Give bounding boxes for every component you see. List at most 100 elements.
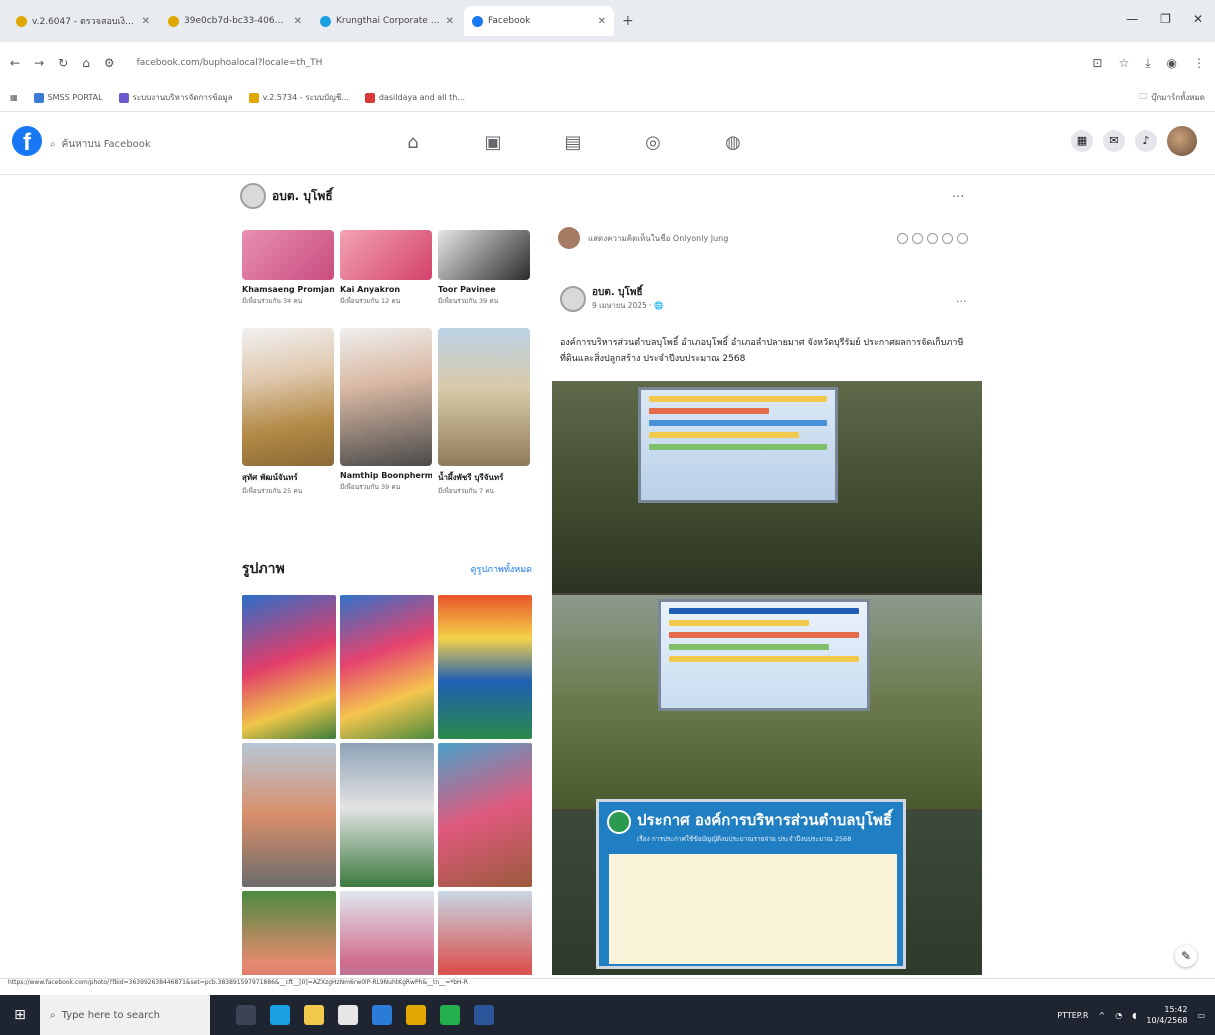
- bookmark-item[interactable]: SMSS PORTAL: [33, 92, 103, 103]
- file-explorer-icon[interactable]: [304, 1005, 324, 1025]
- comment-prompt[interactable]: แสดงความคิดเห็นในชื่อ Onlyonly Jung: [588, 232, 728, 245]
- network-icon[interactable]: ◔: [1115, 1011, 1122, 1020]
- friend-name[interactable]: น้ำผึ้งพัชรี บุรีจันทร์: [438, 471, 530, 484]
- facebook-search[interactable]: ⌕ ค้นหาบน Facebook: [50, 129, 200, 159]
- photo-thumbnail[interactable]: [340, 891, 434, 975]
- chrome-icon[interactable]: [406, 1005, 426, 1025]
- facebook-logo-icon[interactable]: f: [12, 126, 42, 156]
- minimize-icon[interactable]: —: [1126, 12, 1138, 26]
- tray-app-label[interactable]: PTTEP.R: [1057, 1011, 1088, 1020]
- bookmark-item[interactable]: dasildaya and all th...: [364, 92, 465, 103]
- address-input[interactable]: facebook.com/buphoalocal?locale=th_TH: [129, 50, 1079, 76]
- windows-start-icon[interactable]: ⊞: [0, 995, 40, 1035]
- bookmark-item[interactable]: ระบบงานบริหารจัดการข้อมูล: [118, 91, 233, 104]
- post-more-icon[interactable]: ···: [956, 295, 967, 308]
- messenger-icon[interactable]: ✉: [1103, 130, 1125, 152]
- star-icon[interactable]: ☆: [1118, 56, 1129, 71]
- back-icon[interactable]: ←: [10, 56, 20, 70]
- menu-grid-icon[interactable]: ▦: [1071, 130, 1093, 152]
- tab-close-icon[interactable]: ✕: [446, 16, 454, 27]
- avatar-sticker-icon[interactable]: [957, 232, 968, 244]
- marketplace-nav-icon[interactable]: ▤: [560, 125, 586, 159]
- friend-photo[interactable]: [242, 230, 334, 280]
- emoji-icon[interactable]: [897, 232, 908, 244]
- browser-tab-active[interactable]: Facebook ✕: [464, 6, 614, 36]
- taskbar-clock[interactable]: 15:42 10/4/2568: [1146, 1004, 1187, 1026]
- friend-card[interactable]: สุทัศ พัฒน์จันทร์ มีเพื่อนร่วมกัน 25 คน: [242, 328, 334, 496]
- friend-photo[interactable]: [340, 230, 432, 280]
- post-author-avatar[interactable]: [560, 285, 586, 312]
- video-nav-icon[interactable]: ▣: [480, 125, 506, 159]
- site-info-icon[interactable]: ⚙: [104, 56, 115, 70]
- tab-close-icon[interactable]: ✕: [294, 16, 302, 27]
- post-author[interactable]: อบต. บุโพธิ์: [592, 285, 663, 300]
- comment-preview[interactable]: แสดงความคิดเห็นในชื่อ Onlyonly Jung: [558, 227, 968, 249]
- tray-chevron-icon[interactable]: ^: [1099, 1011, 1106, 1020]
- friend-name[interactable]: Toor Pavinee: [438, 285, 530, 294]
- gif-icon[interactable]: [927, 232, 938, 244]
- page-name[interactable]: อบต. บุโพธิ์: [272, 187, 333, 206]
- see-all-photos-link[interactable]: ดูรูปภาพทั้งหมด: [471, 562, 532, 576]
- mail-icon[interactable]: [372, 1005, 392, 1025]
- menu-icon[interactable]: ⋮: [1193, 56, 1205, 71]
- notifications-icon[interactable]: ♪: [1135, 130, 1157, 152]
- taskbar-search[interactable]: ⌕ Type here to search: [40, 995, 210, 1035]
- photo-thumbnail[interactable]: [438, 891, 532, 975]
- profile-icon[interactable]: ◉: [1167, 56, 1177, 71]
- friend-name[interactable]: Kai Anyakron: [340, 285, 432, 294]
- friend-name[interactable]: Namthip Boonpherm: [340, 471, 432, 480]
- edge-icon[interactable]: [270, 1005, 290, 1025]
- post-timestamp[interactable]: 9 เมษายน 2025 · 🌐: [592, 300, 663, 312]
- friend-photo[interactable]: [438, 328, 530, 466]
- photo-thumbnail[interactable]: [340, 595, 434, 739]
- browser-tab[interactable]: v.2.6047 - ตรวจสอบเงินเดือนสำหรับ ✕: [8, 6, 158, 36]
- photo-thumbnail[interactable]: [242, 891, 336, 975]
- friend-photo[interactable]: [340, 328, 432, 466]
- taskbar-search-input[interactable]: Type here to search: [62, 1010, 160, 1021]
- friend-card[interactable]: Khamsaeng Promjanta มีเพื่อนร่วมกัน 34 ค…: [242, 230, 334, 306]
- sticker-icon[interactable]: [942, 232, 953, 244]
- home-nav-icon[interactable]: ⌂: [400, 125, 426, 159]
- reload-icon[interactable]: ↻: [58, 56, 68, 70]
- apps-icon[interactable]: ▦: [10, 93, 18, 102]
- search-input[interactable]: ค้นหาบน Facebook: [62, 137, 151, 152]
- account-avatar[interactable]: [1167, 126, 1197, 156]
- install-icon[interactable]: ⊡: [1092, 56, 1102, 71]
- friend-name[interactable]: สุทัศ พัฒน์จันทร์: [242, 471, 334, 484]
- friend-card[interactable]: น้ำผึ้งพัชรี บุรีจันทร์ มีเพื่อนร่วมกัน …: [438, 328, 530, 496]
- photo-thumbnail[interactable]: [242, 595, 336, 739]
- post-photo[interactable]: ประกาศ องค์การบริหารส่วนตำบลบุโพธิ์ เรื่…: [552, 381, 982, 975]
- browser-tab[interactable]: Krungthai Corporate Online ✕: [312, 6, 462, 36]
- friend-name[interactable]: Khamsaeng Promjanta: [242, 285, 334, 294]
- browser-tab[interactable]: 39e0cb7d-bc33-4064-82e9-11 ✕: [160, 6, 310, 36]
- gaming-nav-icon[interactable]: ◍: [720, 125, 746, 159]
- camera-icon[interactable]: [912, 232, 923, 244]
- volume-icon[interactable]: ◖: [1132, 1011, 1136, 1020]
- friend-photo[interactable]: [438, 230, 530, 280]
- groups-nav-icon[interactable]: ◎: [640, 125, 666, 159]
- compose-icon[interactable]: ✎: [1175, 945, 1197, 967]
- forward-icon[interactable]: →: [34, 56, 44, 70]
- download-icon[interactable]: ⤓: [1145, 56, 1150, 71]
- tab-close-icon[interactable]: ✕: [598, 16, 606, 27]
- friend-card[interactable]: Kai Anyakron มีเพื่อนร่วมกัน 12 คน: [340, 230, 432, 306]
- word-icon[interactable]: [474, 1005, 494, 1025]
- friend-card[interactable]: Toor Pavinee มีเพื่อนร่วมกัน 39 คน: [438, 230, 530, 306]
- home-icon[interactable]: ⌂: [82, 56, 90, 70]
- bookmark-item[interactable]: v.2.5734 - ระบบบัญชี...: [248, 91, 349, 104]
- maximize-icon[interactable]: ❐: [1160, 12, 1171, 26]
- photo-thumbnail[interactable]: [438, 595, 532, 739]
- photo-thumbnail[interactable]: [340, 743, 434, 887]
- line-icon[interactable]: [440, 1005, 460, 1025]
- store-icon[interactable]: [338, 1005, 358, 1025]
- new-tab-button[interactable]: +: [622, 13, 634, 29]
- friend-photo[interactable]: [242, 328, 334, 466]
- close-window-icon[interactable]: ✕: [1193, 12, 1203, 26]
- all-bookmarks-button[interactable]: 🗀 บุ๊กมาร์กทั้งหมด: [1139, 91, 1205, 105]
- task-view-icon[interactable]: [236, 1005, 256, 1025]
- notification-center-icon[interactable]: ▭: [1197, 1011, 1205, 1020]
- more-options-icon[interactable]: ···: [952, 190, 964, 205]
- friend-card[interactable]: Namthip Boonpherm มีเพื่อนร่วมกัน 39 คน: [340, 328, 432, 496]
- page-logo-avatar[interactable]: [240, 183, 266, 209]
- tab-close-icon[interactable]: ✕: [142, 16, 150, 27]
